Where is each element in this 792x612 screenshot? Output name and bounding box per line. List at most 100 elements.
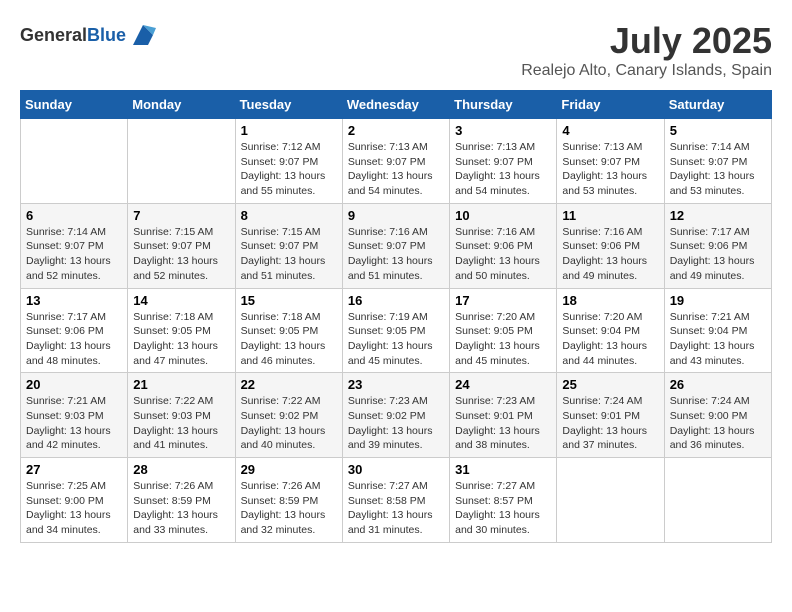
- calendar-cell: 10 Sunrise: 7:16 AMSunset: 9:06 PMDayligh…: [450, 203, 557, 288]
- day-info: Sunrise: 7:27 AMSunset: 8:58 PMDaylight:…: [348, 479, 444, 538]
- day-number: 13: [26, 293, 122, 308]
- calendar-cell: [21, 119, 128, 204]
- day-info: Sunrise: 7:21 AMSunset: 9:04 PMDaylight:…: [670, 310, 766, 369]
- title-block: July 2025 Realejo Alto, Canary Islands, …: [521, 20, 772, 80]
- calendar-cell: 18Sunrise: 7:20 AMSunset: 9:04 PMDayligh…: [557, 288, 664, 373]
- calendar-cell: 31 Sunrise: 7:27 AMSunset: 8:57 PMDayligh…: [450, 458, 557, 543]
- calendar-cell: 12 Sunrise: 7:17 AMSunset: 9:06 PMDayligh…: [664, 203, 771, 288]
- calendar-cell: 22 Sunrise: 7:22 AMSunset: 9:02 PMDayligh…: [235, 373, 342, 458]
- day-info: Sunrise: 7:24 AMSunset: 9:00 PMDaylight:…: [670, 394, 766, 453]
- calendar-cell: 16 Sunrise: 7:19 AMSunset: 9:05 PMDayligh…: [342, 288, 449, 373]
- day-info: Sunrise: 7:15 AMSunset: 9:07 PMDaylight:…: [241, 225, 337, 284]
- month-title: July 2025: [521, 20, 772, 62]
- calendar-cell: 28Sunrise: 7:26 AMSunset: 8:59 PMDayligh…: [128, 458, 235, 543]
- day-number: 31: [455, 462, 551, 477]
- calendar-header-row: SundayMondayTuesdayWednesdayThursdayFrid…: [21, 91, 772, 119]
- day-number: 10: [455, 208, 551, 223]
- day-number: 19: [670, 293, 766, 308]
- day-info: Sunrise: 7:23 AMSunset: 9:02 PMDaylight:…: [348, 394, 444, 453]
- logo-general: General: [20, 25, 87, 45]
- day-info: Sunrise: 7:13 AMSunset: 9:07 PMDaylight:…: [348, 140, 444, 199]
- day-number: 17: [455, 293, 551, 308]
- day-number: 15: [241, 293, 337, 308]
- calendar-cell: [557, 458, 664, 543]
- weekday-header: Sunday: [21, 91, 128, 119]
- calendar-cell: 17 Sunrise: 7:20 AMSunset: 9:05 PMDayligh…: [450, 288, 557, 373]
- calendar-cell: 9 Sunrise: 7:16 AMSunset: 9:07 PMDaylight…: [342, 203, 449, 288]
- calendar-cell: 29 Sunrise: 7:26 AMSunset: 8:59 PMDayligh…: [235, 458, 342, 543]
- logo-icon: [128, 20, 158, 50]
- day-number: 6: [26, 208, 122, 223]
- day-info: Sunrise: 7:15 AMSunset: 9:07 PMDaylight:…: [133, 225, 229, 284]
- calendar-cell: 21 Sunrise: 7:22 AMSunset: 9:03 PMDayligh…: [128, 373, 235, 458]
- day-number: 26: [670, 377, 766, 392]
- calendar-week-row: 6 Sunrise: 7:14 AMSunset: 9:07 PMDaylight…: [21, 203, 772, 288]
- calendar-cell: 14Sunrise: 7:18 AMSunset: 9:05 PMDayligh…: [128, 288, 235, 373]
- page-header: GeneralBlue July 2025 Realejo Alto, Cana…: [20, 20, 772, 80]
- day-info: Sunrise: 7:16 AMSunset: 9:06 PMDaylight:…: [562, 225, 658, 284]
- calendar-cell: 7 Sunrise: 7:15 AMSunset: 9:07 PMDaylight…: [128, 203, 235, 288]
- day-number: 4: [562, 123, 658, 138]
- calendar-week-row: 1Sunrise: 7:12 AMSunset: 9:07 PMDaylight…: [21, 119, 772, 204]
- day-number: 16: [348, 293, 444, 308]
- day-number: 27: [26, 462, 122, 477]
- calendar-cell: 19 Sunrise: 7:21 AMSunset: 9:04 PMDayligh…: [664, 288, 771, 373]
- weekday-header: Wednesday: [342, 91, 449, 119]
- day-number: 9: [348, 208, 444, 223]
- day-info: Sunrise: 7:20 AMSunset: 9:04 PMDaylight:…: [562, 310, 658, 369]
- day-info: Sunrise: 7:24 AMSunset: 9:01 PMDaylight:…: [562, 394, 658, 453]
- calendar-cell: 27 Sunrise: 7:25 AMSunset: 9:00 PMDayligh…: [21, 458, 128, 543]
- day-info: Sunrise: 7:16 AMSunset: 9:07 PMDaylight:…: [348, 225, 444, 284]
- day-number: 8: [241, 208, 337, 223]
- day-info: Sunrise: 7:27 AMSunset: 8:57 PMDaylight:…: [455, 479, 551, 538]
- day-info: Sunrise: 7:26 AMSunset: 8:59 PMDaylight:…: [241, 479, 337, 538]
- day-info: Sunrise: 7:17 AMSunset: 9:06 PMDaylight:…: [26, 310, 122, 369]
- calendar-cell: 4Sunrise: 7:13 AMSunset: 9:07 PMDaylight…: [557, 119, 664, 204]
- day-info: Sunrise: 7:22 AMSunset: 9:02 PMDaylight:…: [241, 394, 337, 453]
- calendar-cell: 13 Sunrise: 7:17 AMSunset: 9:06 PMDayligh…: [21, 288, 128, 373]
- day-number: 20: [26, 377, 122, 392]
- day-info: Sunrise: 7:13 AMSunset: 9:07 PMDaylight:…: [455, 140, 551, 199]
- calendar-week-row: 20Sunrise: 7:21 AMSunset: 9:03 PMDayligh…: [21, 373, 772, 458]
- day-number: 30: [348, 462, 444, 477]
- calendar-cell: 6 Sunrise: 7:14 AMSunset: 9:07 PMDaylight…: [21, 203, 128, 288]
- calendar-cell: 24Sunrise: 7:23 AMSunset: 9:01 PMDayligh…: [450, 373, 557, 458]
- day-info: Sunrise: 7:23 AMSunset: 9:01 PMDaylight:…: [455, 394, 551, 453]
- day-info: Sunrise: 7:16 AMSunset: 9:06 PMDaylight:…: [455, 225, 551, 284]
- day-number: 1: [241, 123, 337, 138]
- calendar-cell: 1Sunrise: 7:12 AMSunset: 9:07 PMDaylight…: [235, 119, 342, 204]
- calendar-cell: [128, 119, 235, 204]
- day-number: 21: [133, 377, 229, 392]
- calendar-cell: 26 Sunrise: 7:24 AMSunset: 9:00 PMDayligh…: [664, 373, 771, 458]
- calendar-cell: 5 Sunrise: 7:14 AMSunset: 9:07 PMDaylight…: [664, 119, 771, 204]
- day-info: Sunrise: 7:17 AMSunset: 9:06 PMDaylight:…: [670, 225, 766, 284]
- day-number: 12: [670, 208, 766, 223]
- calendar-week-row: 13 Sunrise: 7:17 AMSunset: 9:06 PMDayligh…: [21, 288, 772, 373]
- day-info: Sunrise: 7:20 AMSunset: 9:05 PMDaylight:…: [455, 310, 551, 369]
- day-number: 3: [455, 123, 551, 138]
- calendar-cell: 11Sunrise: 7:16 AMSunset: 9:06 PMDayligh…: [557, 203, 664, 288]
- calendar-cell: [664, 458, 771, 543]
- day-number: 5: [670, 123, 766, 138]
- day-info: Sunrise: 7:14 AMSunset: 9:07 PMDaylight:…: [670, 140, 766, 199]
- calendar-cell: 2Sunrise: 7:13 AMSunset: 9:07 PMDaylight…: [342, 119, 449, 204]
- day-info: Sunrise: 7:19 AMSunset: 9:05 PMDaylight:…: [348, 310, 444, 369]
- weekday-header: Thursday: [450, 91, 557, 119]
- weekday-header: Saturday: [664, 91, 771, 119]
- weekday-header: Tuesday: [235, 91, 342, 119]
- weekday-header: Friday: [557, 91, 664, 119]
- logo: GeneralBlue: [20, 20, 158, 50]
- weekday-header: Monday: [128, 91, 235, 119]
- day-number: 7: [133, 208, 229, 223]
- day-info: Sunrise: 7:26 AMSunset: 8:59 PMDaylight:…: [133, 479, 229, 538]
- calendar-cell: 8 Sunrise: 7:15 AMSunset: 9:07 PMDaylight…: [235, 203, 342, 288]
- day-number: 22: [241, 377, 337, 392]
- calendar-cell: 20Sunrise: 7:21 AMSunset: 9:03 PMDayligh…: [21, 373, 128, 458]
- day-info: Sunrise: 7:25 AMSunset: 9:00 PMDaylight:…: [26, 479, 122, 538]
- day-info: Sunrise: 7:22 AMSunset: 9:03 PMDaylight:…: [133, 394, 229, 453]
- day-number: 14: [133, 293, 229, 308]
- calendar-cell: 3 Sunrise: 7:13 AMSunset: 9:07 PMDaylight…: [450, 119, 557, 204]
- day-number: 29: [241, 462, 337, 477]
- logo-blue: Blue: [87, 25, 126, 45]
- day-info: Sunrise: 7:14 AMSunset: 9:07 PMDaylight:…: [26, 225, 122, 284]
